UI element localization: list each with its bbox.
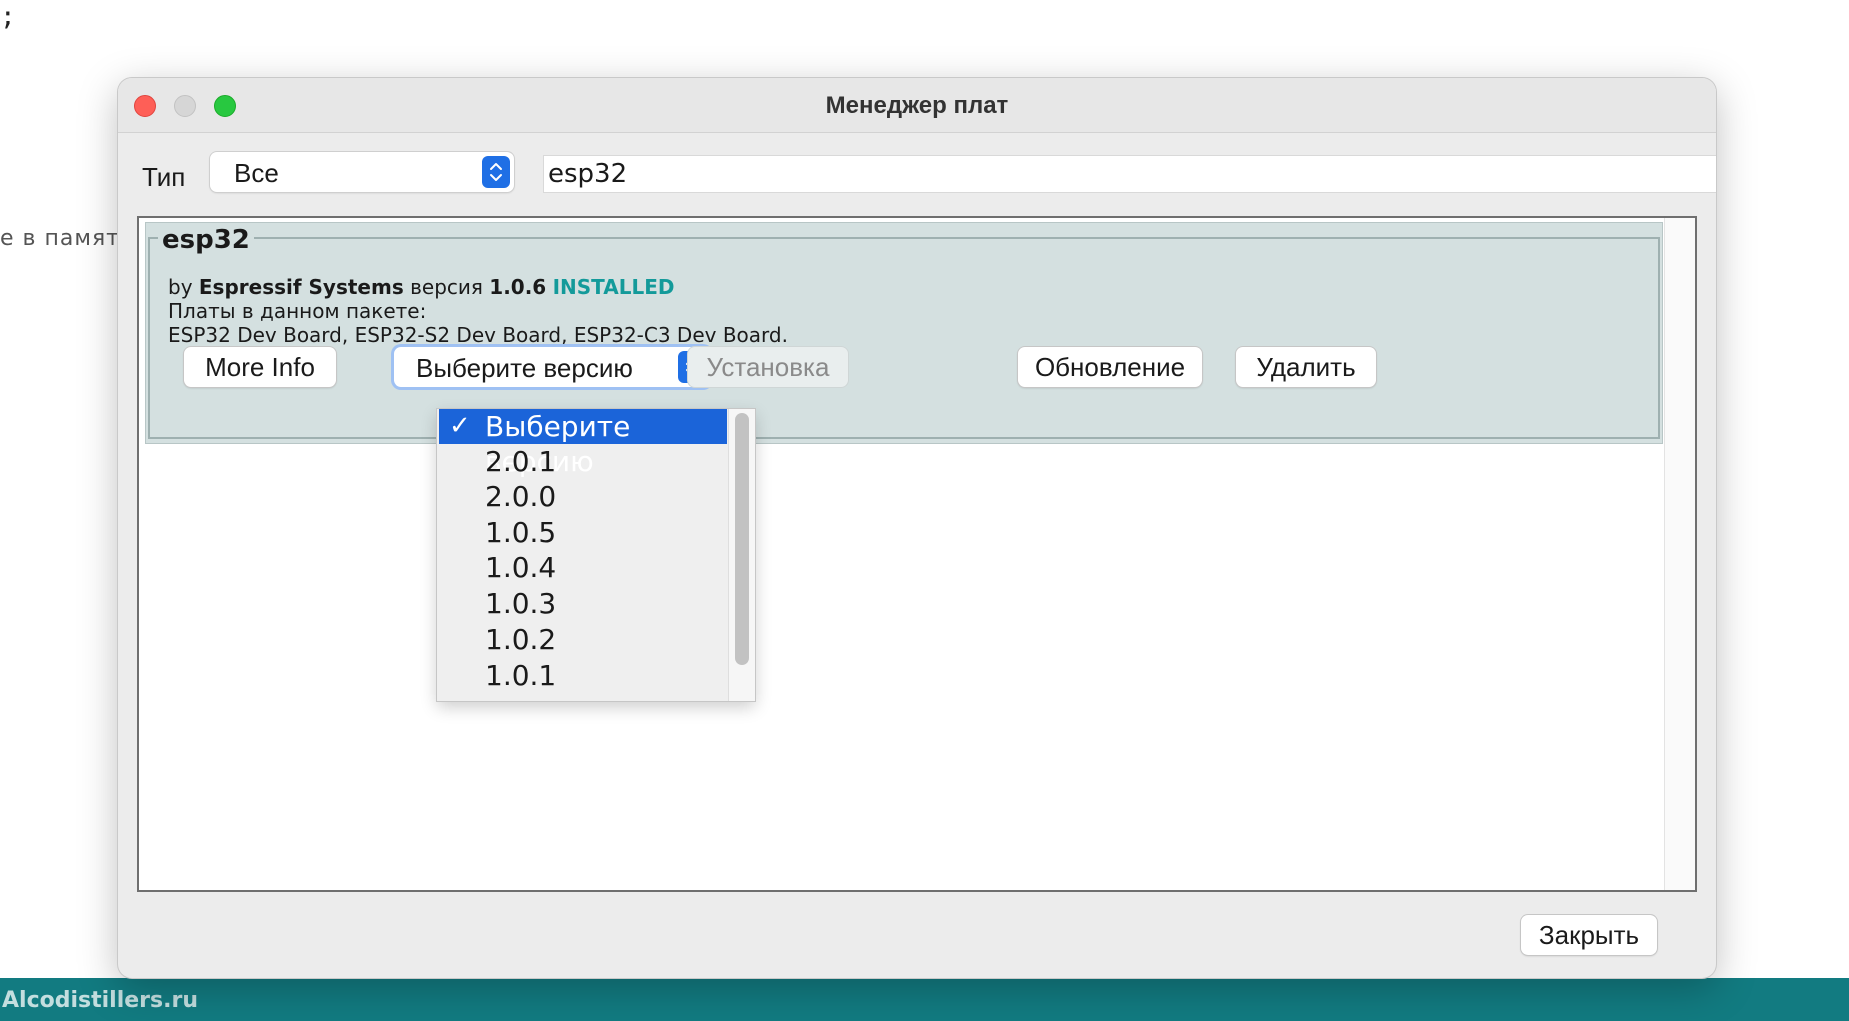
package-entry[interactable]: esp32 by Espressif Systems версия 1.0.6 …	[145, 222, 1663, 444]
version-option-label: 1.0.1	[485, 659, 557, 692]
version-option-label: 1.0.4	[485, 551, 557, 584]
version-option[interactable]: 1.0.5	[439, 515, 727, 550]
search-input[interactable]: esp32	[543, 155, 1716, 193]
install-button[interactable]: Установка	[688, 347, 848, 387]
window-title: Менеджер плат	[825, 92, 1009, 119]
remove-button[interactable]: Удалить	[1236, 347, 1376, 387]
type-select[interactable]: Все	[210, 152, 514, 192]
version-select-value: Выберите версию	[416, 353, 633, 383]
search-input-value: esp32	[548, 159, 628, 189]
dropdown-scroll-thumb[interactable]	[735, 413, 749, 665]
background-text: е в памят	[0, 226, 120, 251]
version-option[interactable]: 1.0.1	[439, 658, 727, 693]
version-option[interactable]: 1.0.3	[439, 586, 727, 621]
version-option-label: 1.0.5	[485, 516, 557, 549]
list-scrollbar[interactable]	[1664, 218, 1695, 890]
close-button[interactable]: Закрыть	[1521, 915, 1657, 955]
version-dropdown-menu: ✓ Выберите версию 2.0.1 2.0.0 1.0.5 1.0.…	[437, 409, 755, 701]
version-option-label: 2.0.1	[485, 445, 557, 478]
dropdown-scrollbar[interactable]	[728, 409, 755, 701]
version-option-label: 2.0.0	[485, 480, 557, 513]
package-info-line: by Espressif Systems версия 1.0.6 INSTAL…	[168, 275, 675, 299]
title-bar: Менеджер плат	[118, 78, 1716, 133]
select-stepper-icon	[482, 156, 510, 188]
by-label: by	[168, 275, 193, 299]
background-semicolon: ;	[0, 2, 16, 32]
boards-manager-window: Менеджер плат Тип Все esp32 esp32 by Esp…	[118, 78, 1716, 978]
package-name: esp32	[158, 225, 254, 255]
watermark: Alcodistillers.ru	[2, 988, 198, 1013]
boards-heading: Платы в данном пакете:	[168, 299, 427, 323]
more-info-button[interactable]: More Info	[184, 347, 336, 387]
update-button[interactable]: Обновление	[1018, 347, 1202, 387]
background-bottom-bar	[0, 978, 1849, 1021]
type-select-value: Все	[234, 158, 279, 188]
version-option[interactable]: 1.0.4	[439, 550, 727, 585]
version-option-label: 1.0.3	[485, 587, 557, 620]
type-label: Тип	[142, 162, 186, 192]
boards-list: esp32 by Espressif Systems версия 1.0.6 …	[137, 216, 1697, 892]
version-option[interactable]: ✓ Выберите версию	[439, 409, 727, 478]
version-option[interactable]: 2.0.0	[439, 479, 727, 514]
boards-list-text: ESP32 Dev Board, ESP32-S2 Dev Board, ESP…	[168, 323, 788, 347]
version-option-label: 1.0.2	[485, 623, 557, 656]
version-select[interactable]: Выберите версию	[394, 347, 710, 387]
checkmark-icon: ✓	[449, 411, 471, 441]
version-label: версия	[410, 275, 483, 299]
package-author: Espressif Systems	[198, 275, 404, 299]
version-option[interactable]: 2.0.1	[439, 444, 727, 479]
package-version: 1.0.6	[489, 275, 547, 299]
installed-status: INSTALLED	[552, 275, 675, 299]
version-option[interactable]: 1.0.2	[439, 622, 727, 657]
